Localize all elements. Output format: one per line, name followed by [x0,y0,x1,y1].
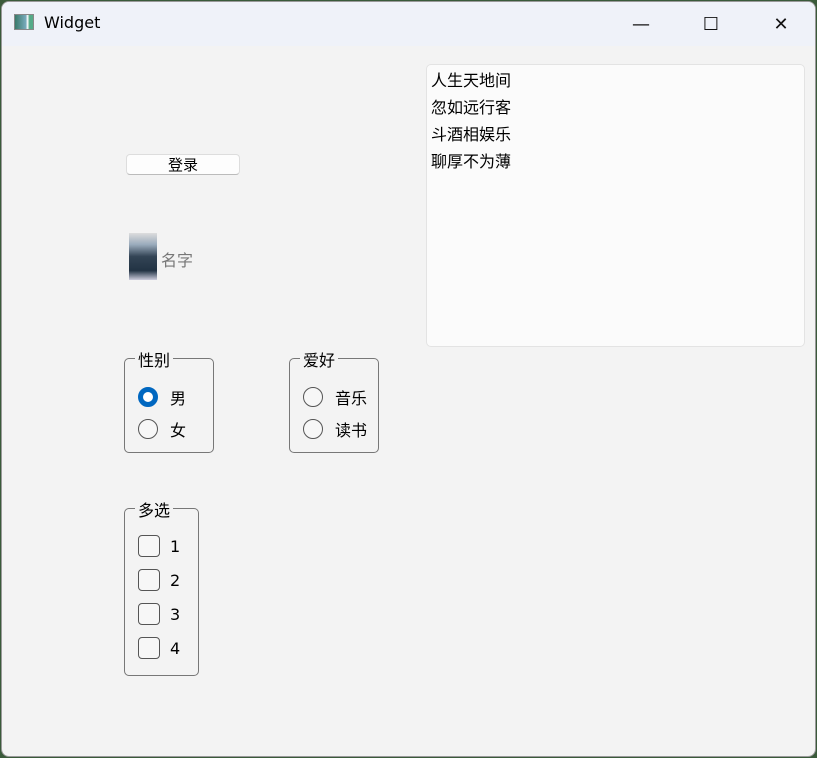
radio-icon[interactable] [303,419,323,439]
avatar-image [129,233,157,280]
checkbox-label: 3 [170,604,181,624]
gender-group: 性别 男 女 [124,347,214,453]
multi-group-title: 多选 [135,497,174,521]
checkbox-2[interactable]: 2 [138,569,180,591]
avatar-name-label: 名字 [161,251,194,270]
hobby-group-title: 爱好 [300,347,339,371]
checkbox-icon[interactable] [138,535,160,557]
login-button[interactable]: 登录 [126,154,240,175]
maximize-button[interactable]: ☐ [688,2,734,46]
minimize-button[interactable]: — [618,2,664,46]
radio-label: 男 [170,389,187,408]
window-title: Widget [44,13,101,32]
radio-label: 音乐 [335,389,368,408]
text-line: 人生天地间 [431,71,512,90]
radio-reading[interactable]: 读书 [303,417,367,441]
title-bar: Widget — ☐ ✕ [2,2,815,46]
radio-label: 女 [170,421,187,440]
checkbox-3[interactable]: 3 [138,603,180,625]
window: Widget — ☐ ✕ 登录 名字 性别 男 女 爱好 音乐 读书 多选 1 … [1,1,816,757]
radio-icon[interactable] [303,387,323,407]
text-edit[interactable]: 人生天地间 忽如远行客 斗酒相娱乐 聊厚不为薄 [426,64,805,347]
checkbox-icon[interactable] [138,569,160,591]
gender-group-title: 性别 [135,347,174,371]
checkbox-label: 1 [170,536,181,556]
checkbox-label: 2 [170,570,181,590]
checkbox-icon[interactable] [138,603,160,625]
checkbox-4[interactable]: 4 [138,637,180,659]
close-button[interactable]: ✕ [758,2,804,46]
text-line: 忽如远行客 [431,98,512,117]
radio-male[interactable]: 男 [138,385,186,409]
radio-music[interactable]: 音乐 [303,385,367,409]
app-icon [14,14,34,30]
radio-label: 读书 [335,421,368,440]
multi-select-group: 多选 1 2 3 4 [124,497,199,676]
checkbox-1[interactable]: 1 [138,535,180,557]
text-line: 聊厚不为薄 [431,152,512,171]
hobby-group: 爱好 音乐 读书 [289,347,379,453]
text-line: 斗酒相娱乐 [431,125,512,144]
radio-icon[interactable] [138,419,158,439]
radio-female[interactable]: 女 [138,417,186,441]
checkbox-icon[interactable] [138,637,160,659]
radio-checked-icon[interactable] [138,387,158,407]
checkbox-label: 4 [170,638,181,658]
